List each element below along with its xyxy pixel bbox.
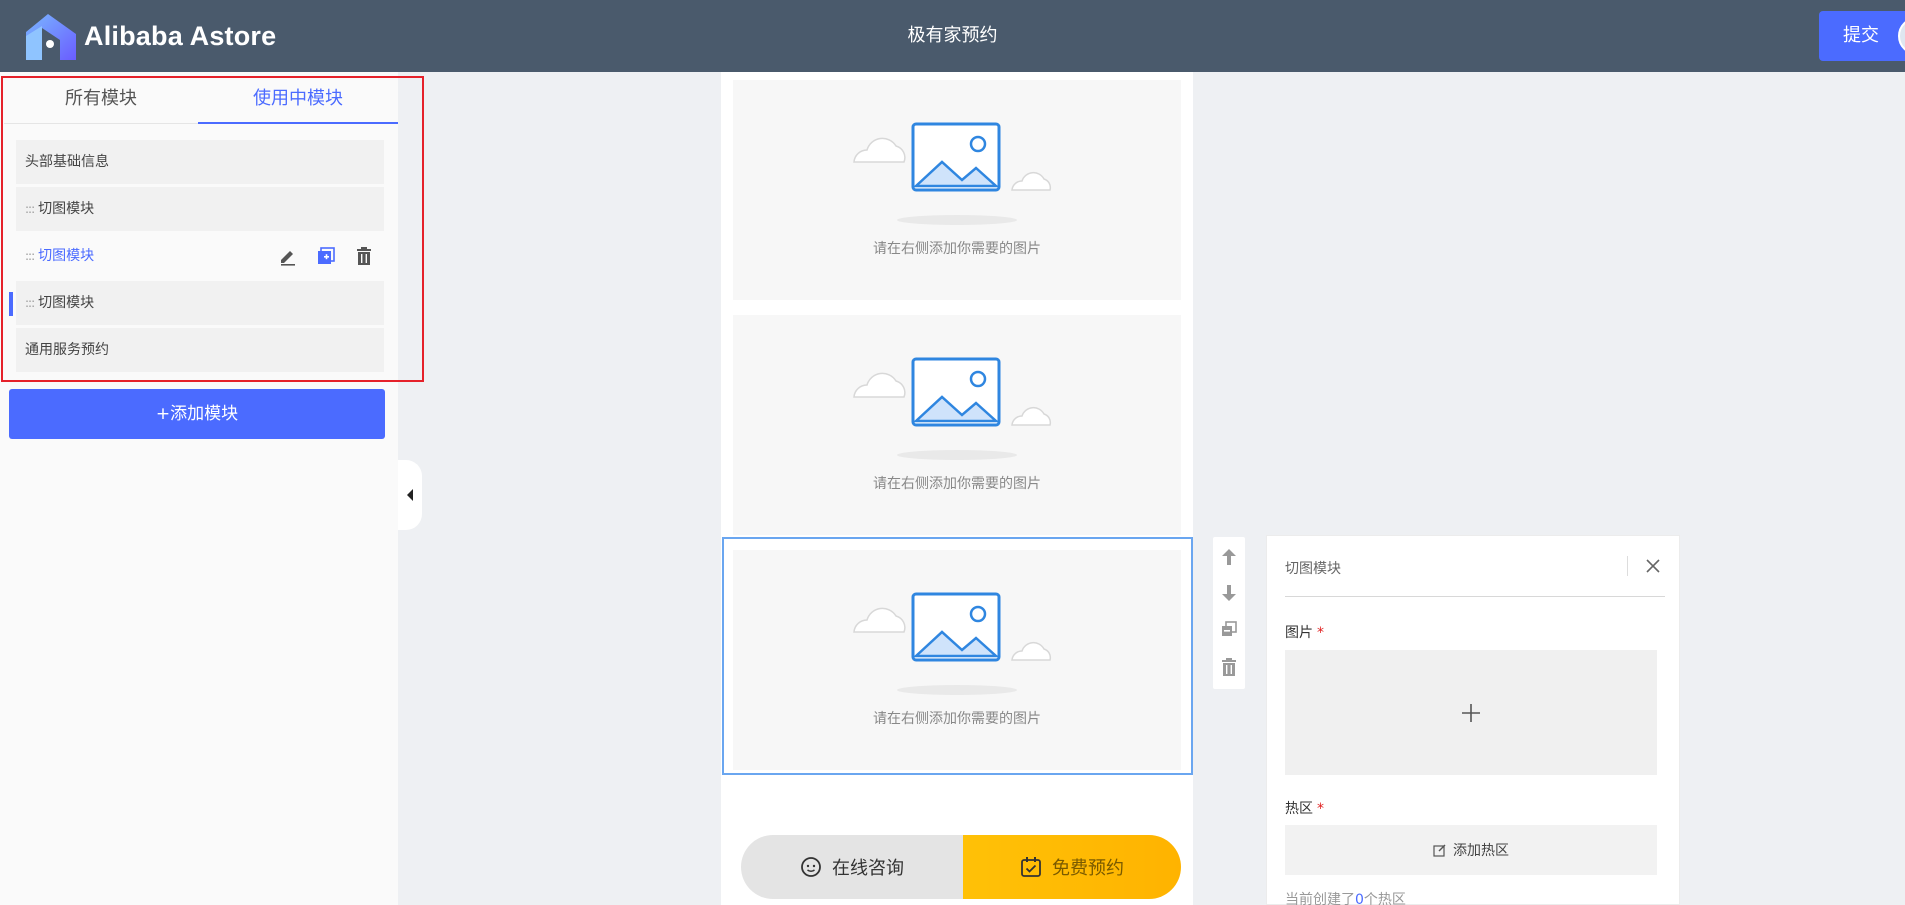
divider — [1285, 596, 1665, 597]
online-consult-button[interactable]: 在线咨询 — [741, 835, 963, 899]
config-panel-title: 切图模块 — [1285, 561, 1341, 577]
hotzone-count: 0 — [1355, 892, 1364, 905]
module-config-panel: 切图模块 图片 * 热区 * 添加热区 当前创建了0个热区 — [1266, 535, 1680, 905]
placeholder-text: 请在右侧添加你需要的图片 — [873, 711, 1041, 727]
tab-all-modules[interactable]: 所有模块 — [4, 76, 198, 124]
drag-handle-icon[interactable]: ::: — [25, 202, 35, 216]
drop-indicator — [9, 292, 13, 316]
module-label: 切图模块 — [38, 248, 95, 264]
image-upload-area[interactable] — [1285, 650, 1657, 775]
copy-module-button[interactable] — [1213, 611, 1245, 647]
module-item-service-booking[interactable]: 通用服务预约 — [16, 328, 384, 372]
arrow-down-icon — [1222, 585, 1236, 601]
page-title: 极有家预约 — [907, 25, 998, 46]
module-item-header-info[interactable]: 头部基础信息 — [16, 140, 384, 184]
add-hotzone-button[interactable]: 添加热区 — [1285, 825, 1657, 875]
image-field-label: 图片 * — [1285, 625, 1324, 641]
required-mark: * — [1317, 625, 1324, 641]
trash-icon — [1222, 658, 1236, 676]
caret-left-icon — [407, 489, 413, 501]
module-label: 头部基础信息 — [25, 154, 109, 170]
add-module-button[interactable]: +添加模块 — [9, 389, 385, 439]
consult-label: 在线咨询 — [832, 858, 904, 879]
move-up-button[interactable] — [1213, 539, 1245, 575]
module-toolbar — [1213, 537, 1245, 689]
image-placeholder-3[interactable]: 请在右侧添加你需要的图片 — [733, 550, 1181, 770]
image-placeholder-icon — [853, 357, 1052, 460]
module-label: 切图模块 — [38, 201, 95, 217]
calendar-check-icon — [1021, 857, 1041, 877]
image-placeholder-icon — [853, 592, 1052, 695]
placeholder-text: 请在右侧添加你需要的图片 — [873, 241, 1041, 257]
module-label: 通用服务预约 — [25, 342, 109, 358]
delete-module-button[interactable] — [1213, 649, 1245, 685]
plus-icon — [1462, 703, 1480, 722]
drag-handle-icon[interactable]: ::: — [25, 296, 35, 310]
add-hotzone-label: 添加热区 — [1453, 843, 1509, 859]
copy-add-icon[interactable] — [316, 246, 336, 266]
module-label: 切图模块 — [38, 295, 95, 311]
module-item-cutout-3[interactable]: ::: 切图模块 — [16, 281, 384, 325]
module-item-cutout-1[interactable]: ::: 切图模块 — [16, 187, 384, 231]
top-header: Alibaba Astore 极有家预约 提交 — [0, 0, 1905, 72]
copy-icon — [1222, 621, 1237, 636]
image-placeholder-icon — [853, 122, 1052, 225]
image-placeholder-2[interactable]: 请在右侧添加你需要的图片 — [733, 315, 1181, 535]
module-tabs: 所有模块 使用中模块 — [4, 76, 398, 124]
module-actions — [278, 234, 374, 278]
drag-handle-icon[interactable]: ::: — [25, 249, 35, 263]
required-mark: * — [1317, 801, 1324, 817]
trash-icon[interactable] — [354, 246, 374, 266]
smile-chat-icon — [801, 857, 821, 877]
placeholder-text: 请在右侧添加你需要的图片 — [873, 476, 1041, 492]
hotzone-count-hint: 当前创建了0个热区 — [1285, 889, 1406, 905]
divider — [1627, 556, 1628, 576]
tab-active-modules[interactable]: 使用中模块 — [198, 76, 398, 124]
bottom-action-bar: 在线咨询 免费预约 — [741, 835, 1181, 899]
module-item-cutout-2[interactable]: ::: 切图模块 — [16, 234, 384, 278]
image-placeholder-1[interactable]: 请在右侧添加你需要的图片 — [733, 80, 1181, 300]
edit-icon[interactable] — [278, 246, 298, 266]
move-down-button[interactable] — [1213, 575, 1245, 611]
submit-button[interactable]: 提交 — [1819, 11, 1905, 61]
free-reserve-button[interactable]: 免费预约 — [963, 835, 1181, 899]
edit-box-icon — [1433, 844, 1446, 857]
hotzone-field-label: 热区 * — [1285, 801, 1324, 817]
arrow-up-icon — [1222, 549, 1236, 565]
reserve-label: 免费预约 — [1052, 858, 1124, 879]
collapse-sidebar-button[interactable] — [398, 460, 422, 530]
close-icon[interactable] — [1643, 556, 1663, 576]
